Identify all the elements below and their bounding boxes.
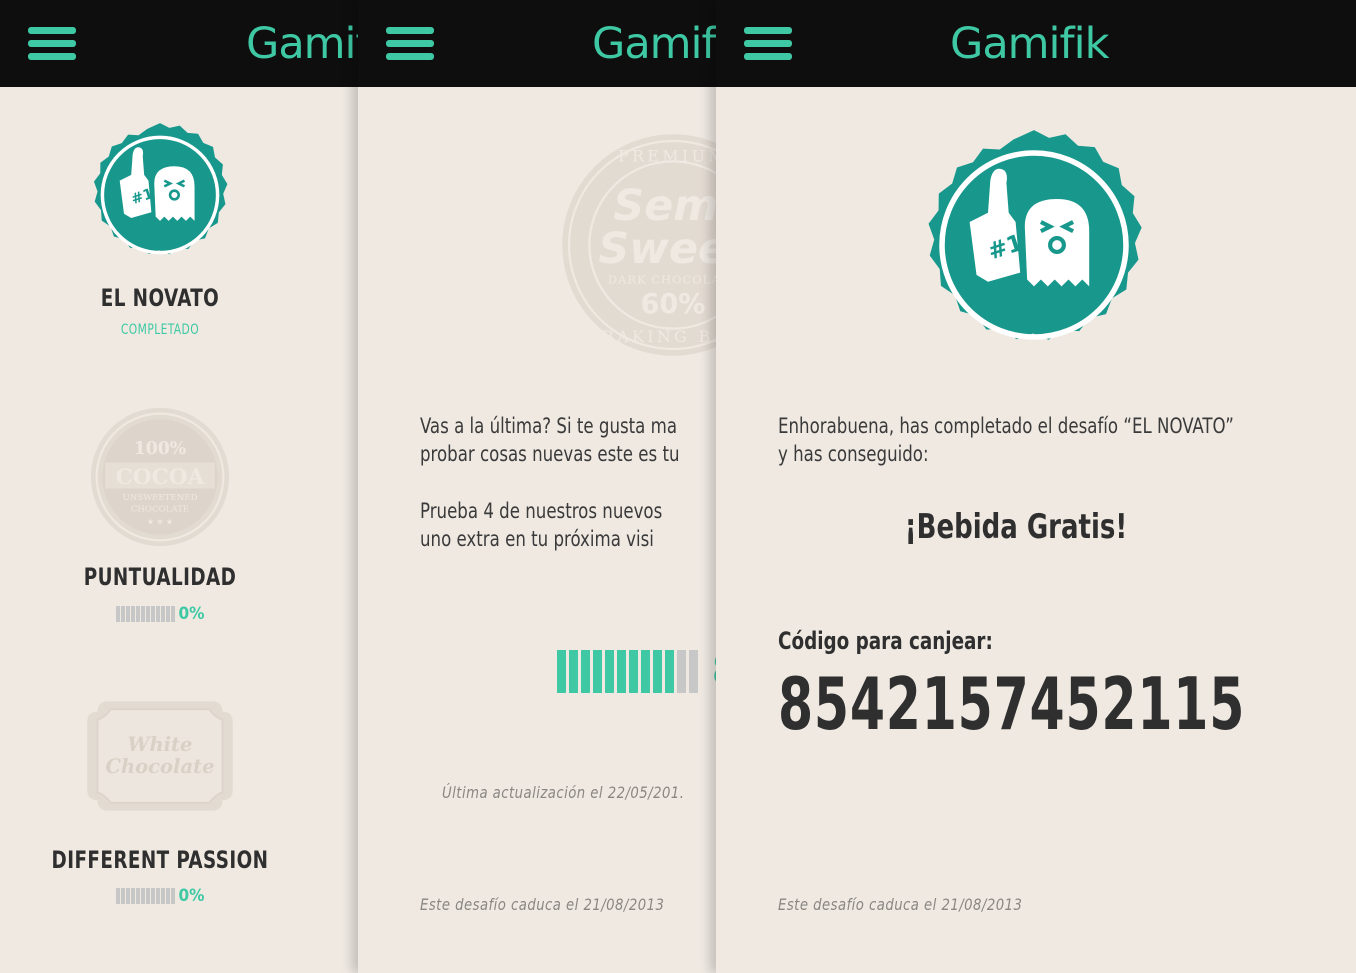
- progress-segment: [629, 650, 638, 693]
- novato-badge-icon: [919, 130, 1149, 360]
- progress-segment: [569, 650, 578, 693]
- header-bar: Gamifik: [0, 0, 358, 87]
- badge-title: DIFFERENT PASSION: [51, 846, 269, 874]
- progress-segment: [593, 650, 602, 693]
- last-update-text: Última actualización el 22/05/201.: [442, 783, 685, 802]
- badge-text-percent: 100%: [134, 439, 186, 459]
- novato-badge-icon: [88, 123, 232, 267]
- badge-text-line3: UNSWEETENED: [123, 493, 198, 503]
- expiry-text: Este desafío caduca el 21/08/2013: [778, 895, 1023, 914]
- svg-text:★ ★ ★: ★ ★ ★: [147, 518, 173, 528]
- badge-progress: 0%: [0, 604, 320, 624]
- app-logo: Gamifik: [246, 19, 358, 69]
- progress-segment: [581, 650, 590, 693]
- header-bar: Gamifik: [358, 0, 716, 87]
- white-chocolate-badge-icon: White Chocolate: [87, 701, 233, 811]
- badge-text-line4: CHOCOLATE: [131, 505, 189, 515]
- hamburger-menu-icon[interactable]: [28, 27, 76, 61]
- progress-segment: [677, 650, 686, 693]
- expiry-text: Este desafío caduca el 21/08/2013: [420, 895, 665, 914]
- app-logo: Gamifik: [950, 19, 1109, 69]
- badge-text-chocolate: Chocolate: [105, 755, 214, 778]
- hamburger-menu-icon[interactable]: [386, 27, 434, 61]
- badge-title: PUNTUALIDAD: [83, 563, 237, 591]
- badge-text-60: 60%: [641, 289, 706, 320]
- semi-sweet-badge-icon: PREMIUM Semi Sweet DARK CHOCOLATE 60% BA…: [562, 134, 716, 356]
- progress-percent: 0%: [178, 886, 205, 906]
- progress-segment: [689, 650, 698, 693]
- hamburger-menu-icon[interactable]: [744, 27, 792, 61]
- challenge-completed-screen: Gamifik Enhorabuena, has completado el d…: [716, 0, 1356, 973]
- progress-segment: [557, 650, 566, 693]
- badge-status: COMPLETADO: [120, 322, 200, 338]
- cocoa-badge-icon: 100% COCOA UNSWEETENED CHOCOLATE ★ ★ ★: [90, 407, 230, 547]
- badge-text-premium: PREMIUM: [618, 146, 716, 165]
- challenge-detail-screen: Gamifik PREMIUM Semi Sweet DARK CHOCOLAT…: [358, 0, 716, 973]
- badge-text-dark-chocolate: DARK CHOCOLATE: [608, 273, 716, 286]
- progress-segment: [617, 650, 626, 693]
- progress-percent: 0%: [178, 604, 205, 624]
- header-bar: Gamifik: [716, 0, 1356, 87]
- challenge-progress-bar: [557, 650, 698, 693]
- badge-title: EL NOVATO: [100, 284, 220, 312]
- badge-text-cocoa: COCOA: [116, 465, 205, 490]
- progress-segment: [605, 650, 614, 693]
- app-logo: Gamifik: [592, 19, 716, 69]
- challenge-description-2: Prueba 4 de nuestros nuevos uno extra en…: [420, 499, 663, 551]
- badge-text-sweet: Sweet: [598, 224, 716, 274]
- challenge-description-1: Vas a la última? Si te gusta ma probar c…: [420, 414, 680, 466]
- badge-list-screen: Gamifik EL NOVATO COMPLETADO 100% COCOA …: [0, 0, 358, 973]
- progress-segment: [665, 650, 674, 693]
- reward-title: ¡Bebida Gratis!: [904, 507, 1128, 547]
- badge-text-white: White: [128, 733, 193, 756]
- badge-progress: 0%: [0, 886, 320, 906]
- redeem-code[interactable]: 8542157452115: [778, 662, 1245, 746]
- code-label: Código para canjear:: [778, 627, 993, 655]
- congrats-message: Enhorabuena, has completado el desafío “…: [778, 414, 1234, 466]
- progress-segment: [641, 650, 650, 693]
- badge-text-baking-bar: BAKING BAR: [602, 327, 716, 346]
- progress-segment: [653, 650, 662, 693]
